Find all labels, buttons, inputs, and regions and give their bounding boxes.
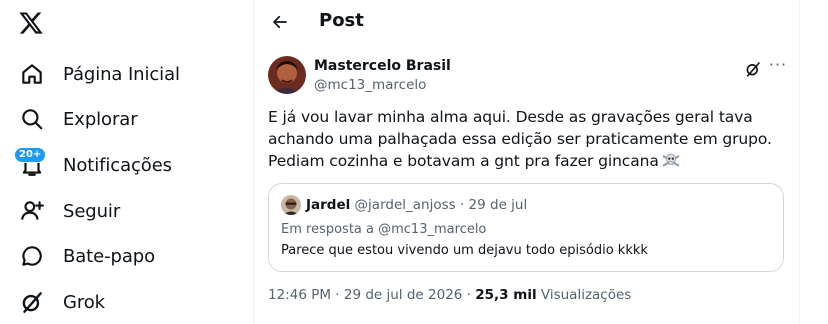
more-options-icon[interactable]: ··· — [766, 54, 790, 78]
home-icon — [10, 52, 54, 96]
views-count: 25,3 mil — [475, 287, 537, 303]
arrow-left-icon[interactable] — [264, 6, 296, 38]
x-logo-icon[interactable] — [18, 10, 48, 40]
page-title: Post — [319, 10, 364, 31]
separator: · — [462, 287, 476, 303]
quote-header: Jardel @jardel_anjoss · 29 de jul — [306, 197, 527, 213]
post-meta: 12:46 PM · 29 de jul de 2026 · 25,3 mil … — [268, 287, 631, 303]
main-column: Post Mastercelo Brasil @mc13_marcelo ···… — [254, 0, 799, 324]
grok-icon[interactable] — [742, 58, 764, 80]
author-name[interactable]: Mastercelo Brasil — [314, 58, 451, 74]
sidebar-item-explore[interactable]: Explorar — [10, 97, 240, 141]
bell-icon: 20+ — [10, 143, 54, 187]
search-icon — [10, 97, 54, 141]
post-timestamp[interactable]: 12:46 PM · 29 de jul de 2026 — [268, 287, 462, 303]
notification-badge: 20+ — [14, 147, 47, 163]
app: Página Inicial Explorar 20+ Notificações… — [0, 0, 828, 324]
avatar[interactable] — [281, 195, 301, 215]
reply-handle-link[interactable]: @mc13_marcelo — [378, 222, 486, 237]
sidebar-item-label: Explorar — [63, 108, 138, 130]
follow-icon — [10, 189, 54, 233]
sidebar-item-follow[interactable]: Seguir — [10, 189, 240, 233]
sidebar-item-grok[interactable]: Grok — [10, 280, 240, 324]
author-handle[interactable]: @mc13_marcelo — [314, 77, 426, 93]
sidebar-item-label: Seguir — [63, 200, 121, 222]
post-header: Post — [254, 0, 799, 44]
views-label: Visualizações — [540, 287, 632, 303]
separator: · — [455, 197, 469, 213]
post-author: Mastercelo Brasil @mc13_marcelo ··· — [268, 54, 788, 98]
post-text: E já vou lavar minha alma aqui. Desde as… — [268, 106, 788, 172]
column-divider — [799, 0, 800, 324]
sidebar-item-label: Bate-papo — [63, 245, 156, 267]
chat-icon — [10, 234, 54, 278]
sidebar-item-chat[interactable]: Bate-papo — [10, 234, 240, 278]
sidebar-item-home[interactable]: Página Inicial — [10, 52, 240, 96]
sidebar-item-label: Grok — [63, 291, 105, 313]
quote-author-handle: @jardel_anjoss — [354, 197, 456, 213]
reply-prefix: Em resposta a — [281, 222, 379, 237]
sidebar-item-notifications[interactable]: 20+ Notificações — [10, 143, 240, 187]
sidebar-item-label: Notificações — [63, 154, 172, 176]
avatar[interactable] — [268, 56, 306, 94]
quote-text: Parece que estou vivendo um dejavu todo … — [281, 243, 648, 258]
grok-icon — [10, 280, 54, 324]
skull-crossbones-icon — [662, 151, 680, 169]
post-body: E já vou lavar minha alma aqui. Desde as… — [268, 108, 772, 170]
quote-author-name: Jardel — [306, 197, 351, 213]
sidebar-nav: Página Inicial Explorar 20+ Notificações… — [0, 0, 252, 324]
quote-date: 29 de jul — [468, 197, 528, 213]
quoted-post[interactable]: Jardel @jardel_anjoss · 29 de jul Em res… — [268, 183, 784, 272]
sidebar-item-label: Página Inicial — [63, 63, 180, 85]
reply-context: Em resposta a @mc13_marcelo — [281, 222, 486, 237]
